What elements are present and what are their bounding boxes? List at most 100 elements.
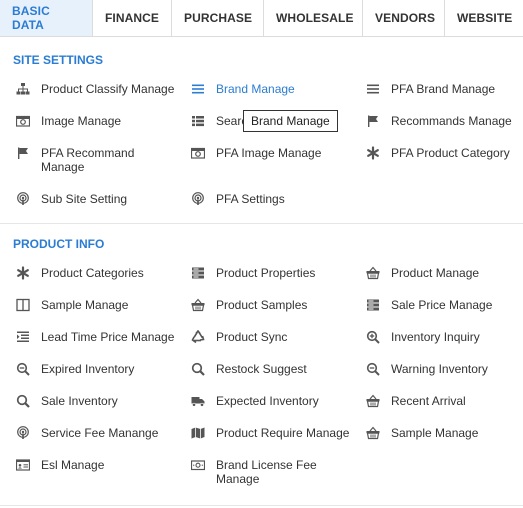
menu-item-label: Product Manage <box>391 266 480 280</box>
menu-item-label: Expected Inventory <box>216 394 319 408</box>
top-tab-bar: BASIC DATA FINANCE PURCHASE WHOLESALE VE… <box>0 0 523 37</box>
menu-item-sample-manage[interactable]: Sample Manage <box>16 298 128 312</box>
menu-item-search-manage[interactable]: Searc <box>191 114 247 128</box>
podcast-icon <box>16 426 30 440</box>
menu-item-label: Service Fee Manange <box>41 426 159 440</box>
tab-finance[interactable]: FINANCE <box>93 0 172 36</box>
recycle-icon <box>191 330 205 344</box>
menu-item-label: Product Samples <box>216 298 308 312</box>
section-title-product-info: PRODUCT INFO <box>13 237 105 251</box>
menu-item-label: Product Sync <box>216 330 288 344</box>
menu-item-label: Warning Inventory <box>391 362 488 376</box>
section-title-site-settings: SITE SETTINGS <box>13 53 104 67</box>
tab-purchase[interactable]: PURCHASE <box>172 0 264 36</box>
list-icon <box>191 82 205 96</box>
server-icon <box>191 266 205 280</box>
list-icon <box>366 82 380 96</box>
menu-item-label: Recent Arrival <box>391 394 466 408</box>
menu-item-label: Brand License Fee Manage <box>216 458 317 486</box>
asterisk-icon <box>366 146 380 160</box>
menu-item-label: Product Classify Manage <box>41 82 175 96</box>
menu-item-product-require-manage[interactable]: Product Require Manage <box>191 426 349 440</box>
money-bill-icon <box>191 458 205 472</box>
menu-item-label: Sample Manage <box>391 426 479 440</box>
basket-icon <box>366 266 380 280</box>
tab-basic-data[interactable]: BASIC DATA <box>0 0 93 36</box>
menu-item-sub-site-setting[interactable]: Sub Site Setting <box>16 192 127 206</box>
menu-item-pfa-settings[interactable]: PFA Settings <box>191 192 285 206</box>
menu-item-label: Product Properties <box>216 266 316 280</box>
menu-item-pfa-brand-manage[interactable]: PFA Brand Manage <box>366 82 495 96</box>
menu-item-label: Restock Suggest <box>216 362 307 376</box>
menu-item-expected-inventory[interactable]: Expected Inventory <box>191 394 319 408</box>
menu-item-expired-inventory[interactable]: Expired Inventory <box>16 362 134 376</box>
sitemap-icon <box>16 82 30 96</box>
podcast-icon <box>191 192 205 206</box>
menu-item-restock-suggest[interactable]: Restock Suggest <box>191 362 307 376</box>
menu-item-recent-arrival[interactable]: Recent Arrival <box>366 394 466 408</box>
tab-website[interactable]: WEBSITE <box>445 0 523 36</box>
server-icon <box>366 298 380 312</box>
flag-icon <box>16 146 30 160</box>
menu-item-image-manage[interactable]: Image Manage <box>16 114 121 128</box>
menu-item-label: PFA Recommand Manage <box>41 146 135 174</box>
menu-item-label: Product Require Manage <box>216 426 350 440</box>
menu-item-sale-price-manage[interactable]: Sale Price Manage <box>366 298 492 312</box>
tab-vendors[interactable]: VENDORS <box>363 0 445 36</box>
search-minus-icon <box>366 362 380 376</box>
menu-item-brand-license-fee-manage[interactable]: Brand License Fee Manage <box>191 458 341 486</box>
menu-item-label: PFA Image Manage <box>216 146 322 160</box>
menu-item-product-samples[interactable]: Product Samples <box>191 298 307 312</box>
search-plus-icon <box>366 330 380 344</box>
indent-icon <box>16 330 30 344</box>
columns-icon <box>16 298 30 312</box>
menu-item-product-manage[interactable]: Product Manage <box>366 266 479 280</box>
asterisk-icon <box>16 266 30 280</box>
menu-item-product-classify-manage[interactable]: Product Classify Manage <box>16 82 174 96</box>
basket-icon <box>366 426 380 440</box>
menu-item-label: Recommands Manage <box>391 114 512 128</box>
menu-item-label: Product Categories <box>41 266 144 280</box>
tab-wholesale[interactable]: WHOLESALE <box>264 0 363 36</box>
menu-item-product-properties[interactable]: Product Properties <box>191 266 315 280</box>
id-card-icon <box>16 458 30 472</box>
bottom-divider <box>0 505 523 506</box>
basket-icon <box>191 298 205 312</box>
menu-item-inventory-inquiry[interactable]: Inventory Inquiry <box>366 330 480 344</box>
search-minus-icon <box>16 362 30 376</box>
flag-icon <box>366 114 380 128</box>
menu-item-warning-inventory[interactable]: Warning Inventory <box>366 362 488 376</box>
section-divider <box>0 223 523 224</box>
camera-icon <box>16 114 30 128</box>
menu-item-brand-manage[interactable]: Brand Manage <box>191 82 295 96</box>
menu-item-label: Esl Manage <box>41 458 105 472</box>
menu-item-product-categories[interactable]: Product Categories <box>16 266 144 280</box>
menu-item-label: Inventory Inquiry <box>391 330 480 344</box>
menu-item-sample-manage-2[interactable]: Sample Manage <box>366 426 478 440</box>
menu-item-lead-time-price-manage[interactable]: Lead Time Price Manage <box>16 330 174 344</box>
menu-item-service-fee-manange[interactable]: Service Fee Manange <box>16 426 158 440</box>
truck-icon <box>191 394 205 408</box>
menu-item-label: Sale Inventory <box>41 394 118 408</box>
menu-item-pfa-product-category[interactable]: PFA Product Category <box>366 146 510 160</box>
menu-item-pfa-recommand-manage[interactable]: PFA Recommand Manage <box>16 146 166 174</box>
menu-item-sale-inventory[interactable]: Sale Inventory <box>16 394 118 408</box>
menu-item-label: Sale Price Manage <box>391 298 493 312</box>
list-bullet-icon <box>191 114 205 128</box>
menu-item-label: Lead Time Price Manage <box>41 330 175 344</box>
menu-item-label: Expired Inventory <box>41 362 135 376</box>
menu-item-recommands-manage[interactable]: Recommands Manage <box>366 114 512 128</box>
tooltip-brand-manage: Brand Manage <box>243 110 338 132</box>
basket-icon <box>366 394 380 408</box>
menu-item-label: PFA Settings <box>216 192 285 206</box>
menu-item-esl-manage[interactable]: Esl Manage <box>16 458 104 472</box>
map-icon <box>191 426 205 440</box>
menu-item-product-sync[interactable]: Product Sync <box>191 330 287 344</box>
menu-item-label: Sample Manage <box>41 298 129 312</box>
menu-item-pfa-image-manage[interactable]: PFA Image Manage <box>191 146 321 160</box>
menu-item-label: PFA Brand Manage <box>391 82 496 96</box>
search-icon <box>16 394 30 408</box>
search-icon <box>191 362 205 376</box>
menu-item-label: Image Manage <box>41 114 122 128</box>
menu-item-label: PFA Product Category <box>391 146 510 160</box>
